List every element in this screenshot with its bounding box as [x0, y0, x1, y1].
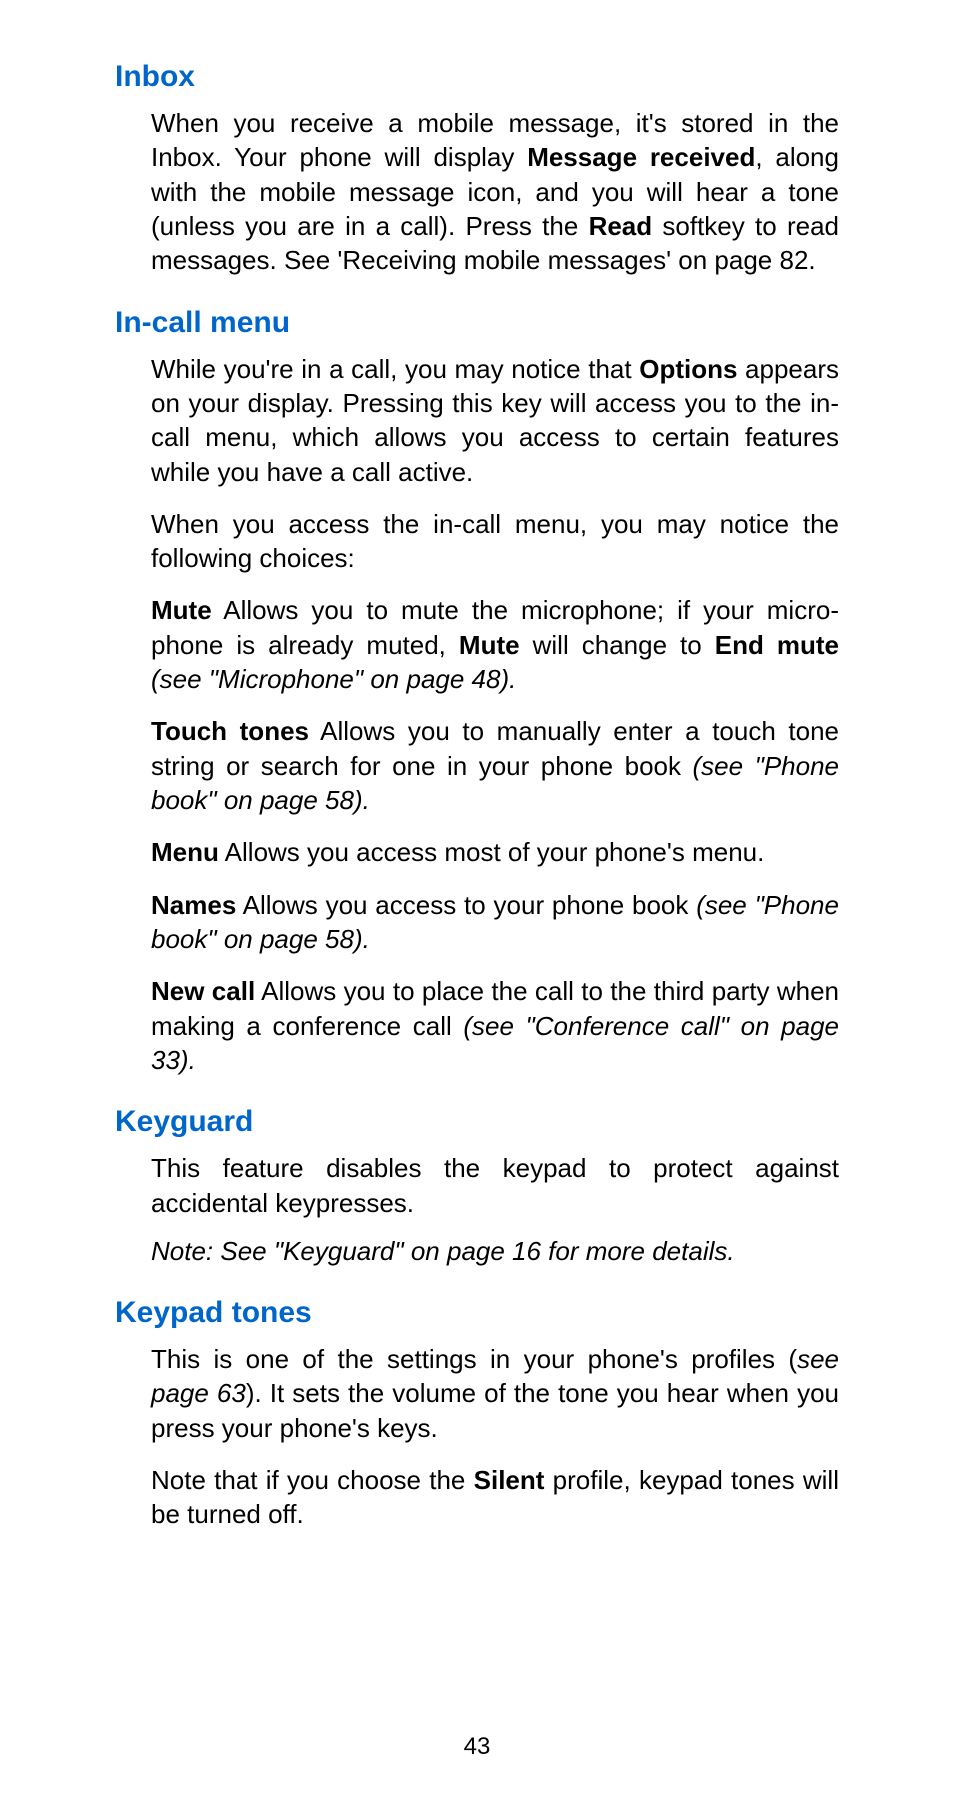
keyguard-paragraph-2: Note: See "Keyguard" on page 16 for more… — [151, 1234, 839, 1268]
incall-menu: Menu Allows you access most of your phon… — [151, 835, 839, 869]
text-bold: Options — [639, 354, 737, 384]
incall-names: Names Allows you access to your phone bo… — [151, 888, 839, 957]
heading-keyguard: Keyguard — [115, 1105, 839, 1139]
text: ). It sets the volume of the tone you he… — [151, 1378, 839, 1442]
text-bold: Silent — [474, 1465, 545, 1495]
page-number: 43 — [0, 1733, 954, 1761]
incall-new-call: New call Allows you to place the call to… — [151, 974, 839, 1077]
text: This is one of the settings in your phon… — [151, 1344, 797, 1374]
text-bold: Message received — [527, 142, 755, 172]
text-bold: Touch tones — [151, 716, 309, 746]
incall-mute: Mute Allows you to mute the microphone; … — [151, 593, 839, 696]
keypad-paragraph-2: Note that if you choose the Silent profi… — [151, 1463, 839, 1532]
incall-paragraph-2: When you access the in-call menu, you ma… — [151, 507, 839, 576]
inbox-paragraph: When you receive a mobile message, it's … — [151, 106, 839, 278]
text-bold: Names — [151, 890, 236, 920]
text-bold: End mute — [715, 630, 839, 660]
heading-in-call-menu: In-call menu — [115, 306, 839, 340]
text: While you're in a call, you may notice t… — [151, 354, 639, 384]
text: Allows you access most of your phone's m… — [219, 837, 764, 867]
keyguard-paragraph-1: This feature disables the keypad to prot… — [151, 1151, 839, 1220]
text: will change to — [520, 630, 715, 660]
text: Allows you access to your phone book — [236, 890, 696, 920]
heading-inbox: Inbox — [115, 60, 839, 94]
text: Note that if you choose the — [151, 1465, 474, 1495]
heading-keypad-tones: Keypad tones — [115, 1296, 839, 1330]
keypad-paragraph-1: This is one of the settings in your phon… — [151, 1342, 839, 1445]
text-italic: (see "Microphone" on page 48). — [151, 664, 516, 694]
text-bold: Mute — [459, 630, 520, 660]
incall-touch-tones: Touch tones Allows you to manually enter… — [151, 714, 839, 817]
text-bold: Read — [589, 211, 653, 241]
text-bold: Mute — [151, 595, 212, 625]
text-bold: Menu — [151, 837, 219, 867]
text-bold: New call — [151, 976, 255, 1006]
incall-paragraph-1: While you're in a call, you may notice t… — [151, 352, 839, 489]
